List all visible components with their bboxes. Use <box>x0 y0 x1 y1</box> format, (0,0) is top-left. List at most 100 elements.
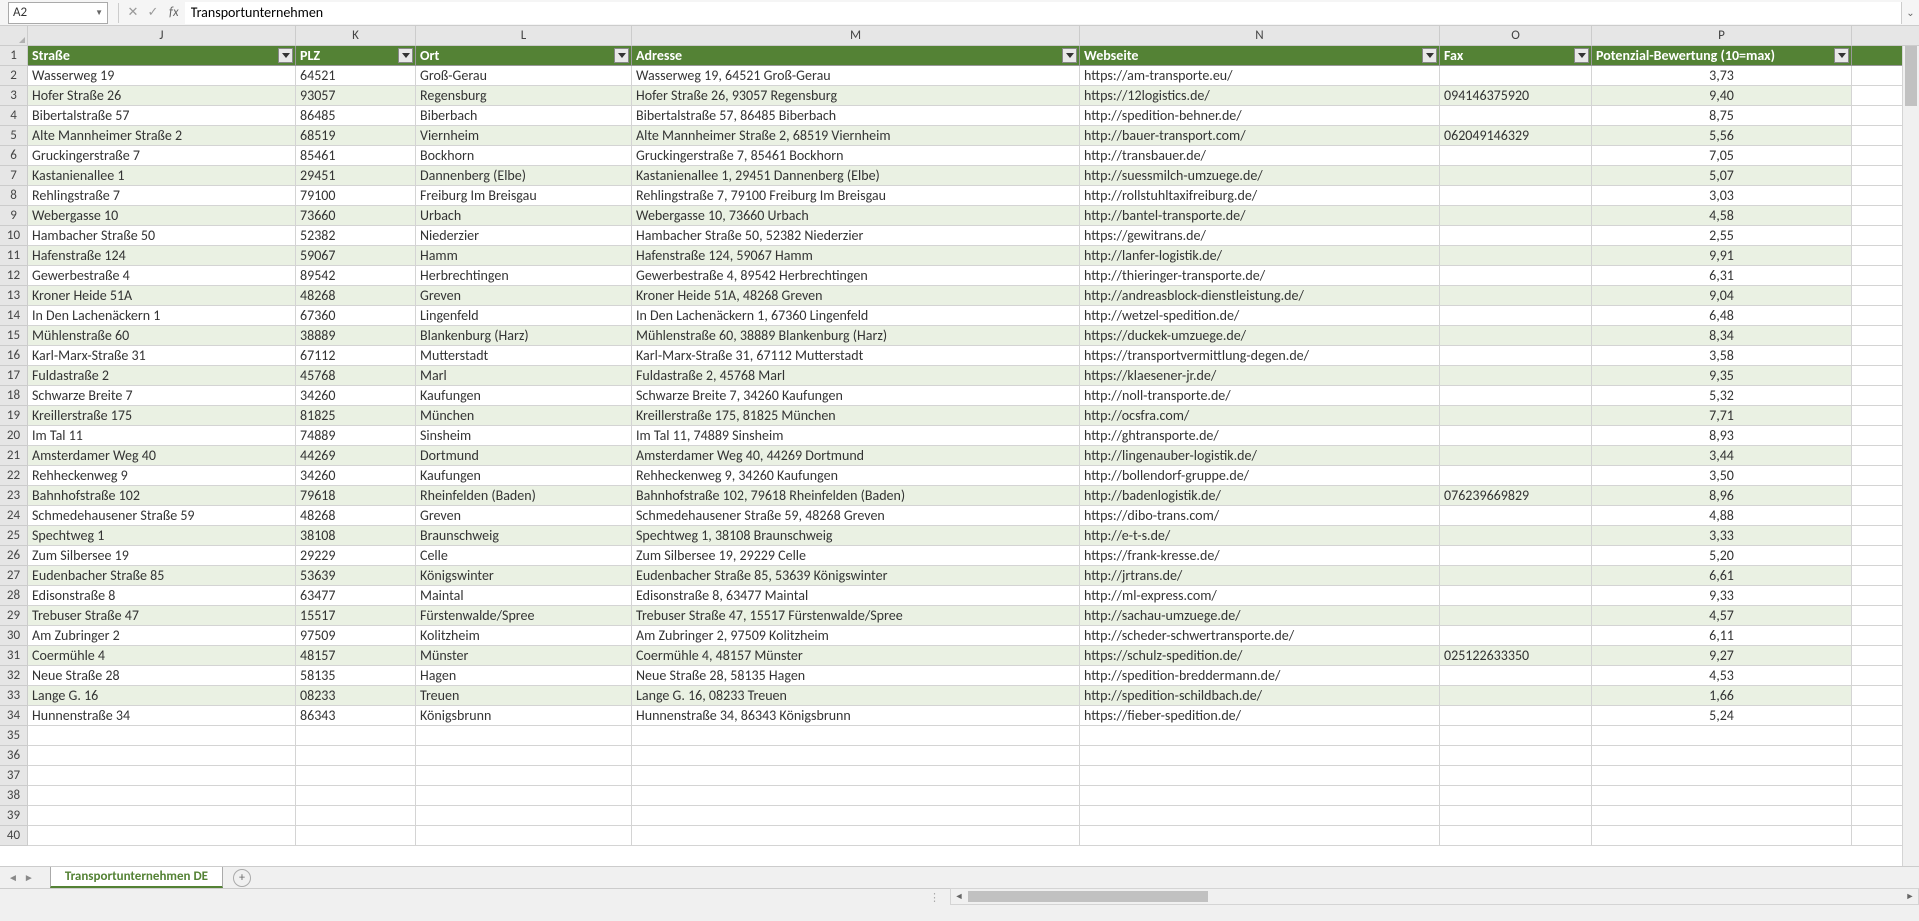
cell[interactable] <box>1440 306 1592 326</box>
cell[interactable] <box>1440 106 1592 126</box>
cell[interactable]: Hofer Straße 26 <box>28 86 296 106</box>
cell[interactable]: 38889 <box>296 326 416 346</box>
cell-empty[interactable] <box>416 726 632 746</box>
cell[interactable]: Hambacher Straße 50 <box>28 226 296 246</box>
cell[interactable]: Kastanienallee 1 <box>28 166 296 186</box>
row-header[interactable]: 9 <box>0 206 27 226</box>
cell[interactable] <box>1440 146 1592 166</box>
cell[interactable]: 3,03 <box>1592 186 1852 206</box>
cell[interactable]: http://spedition-breddermann.de/ <box>1080 666 1440 686</box>
cell[interactable]: Regensburg <box>416 86 632 106</box>
cell[interactable]: Gruckingerstraße 7 <box>28 146 296 166</box>
row-header[interactable]: 30 <box>0 626 27 646</box>
cell-empty[interactable] <box>416 806 632 826</box>
cell[interactable]: 8,96 <box>1592 486 1852 506</box>
cell[interactable]: Kreillerstraße 175 <box>28 406 296 426</box>
cell[interactable]: Greven <box>416 506 632 526</box>
row-header[interactable]: 23 <box>0 486 27 506</box>
cell-empty[interactable] <box>28 826 296 846</box>
cell[interactable]: Neue Straße 28, 58135 Hagen <box>632 666 1080 686</box>
cell-empty[interactable] <box>1592 806 1852 826</box>
cell-empty[interactable] <box>296 766 416 786</box>
row-header[interactable]: 21 <box>0 446 27 466</box>
cell[interactable]: Groß-Gerau <box>416 66 632 86</box>
row-header[interactable]: 12 <box>0 266 27 286</box>
cell[interactable]: Rheinfelden (Baden) <box>416 486 632 506</box>
cell[interactable]: http://jrtrans.de/ <box>1080 566 1440 586</box>
cell[interactable]: Kaufungen <box>416 386 632 406</box>
cell-empty[interactable] <box>296 786 416 806</box>
cell[interactable]: 68519 <box>296 126 416 146</box>
cell[interactable]: Lingenfeld <box>416 306 632 326</box>
cell[interactable]: 5,07 <box>1592 166 1852 186</box>
vertical-scrollbar[interactable] <box>1902 46 1919 866</box>
cell[interactable]: 7,71 <box>1592 406 1852 426</box>
cell[interactable]: http://badenlogistik.de/ <box>1080 486 1440 506</box>
hscroll-thumb[interactable] <box>968 891 1208 902</box>
cell[interactable] <box>1440 526 1592 546</box>
cell[interactable]: Karl-Marx-Straße 31, 67112 Mutterstadt <box>632 346 1080 366</box>
cell[interactable]: Webergasse 10 <box>28 206 296 226</box>
column-header-M[interactable]: M <box>632 26 1080 45</box>
cell[interactable]: Amsterdamer Weg 40, 44269 Dortmund <box>632 446 1080 466</box>
cell[interactable]: 8,93 <box>1592 426 1852 446</box>
cell[interactable]: http://spedition-schildbach.de/ <box>1080 686 1440 706</box>
cell[interactable]: Alte Mannheimer Straße 2, 68519 Viernhei… <box>632 126 1080 146</box>
cell[interactable]: 29451 <box>296 166 416 186</box>
cell-empty[interactable] <box>28 786 296 806</box>
cell[interactable]: Biberbach <box>416 106 632 126</box>
cell[interactable]: 4,53 <box>1592 666 1852 686</box>
cell-empty[interactable] <box>416 746 632 766</box>
cell[interactable]: 9,40 <box>1592 86 1852 106</box>
filter-button[interactable] <box>278 48 293 63</box>
cell[interactable]: 86485 <box>296 106 416 126</box>
name-box[interactable]: A2 ▼ <box>8 2 108 24</box>
cell[interactable]: 86343 <box>296 706 416 726</box>
cell[interactable]: 4,88 <box>1592 506 1852 526</box>
cell[interactable]: http://rollstuhltaxifreiburg.de/ <box>1080 186 1440 206</box>
cell[interactable] <box>1440 426 1592 446</box>
cell-empty[interactable] <box>632 826 1080 846</box>
row-header[interactable]: 13 <box>0 286 27 306</box>
cell[interactable] <box>1440 166 1592 186</box>
cell[interactable]: Neue Straße 28 <box>28 666 296 686</box>
cell[interactable]: Kroner Heide 51A, 48268 Greven <box>632 286 1080 306</box>
filter-button[interactable] <box>1422 48 1437 63</box>
cell[interactable]: 73660 <box>296 206 416 226</box>
cell[interactable]: Marl <box>416 366 632 386</box>
column-header-J[interactable]: J <box>28 26 296 45</box>
cell[interactable]: http://bollendorf-gruppe.de/ <box>1080 466 1440 486</box>
cell[interactable]: 59067 <box>296 246 416 266</box>
cell-empty[interactable] <box>1080 806 1440 826</box>
cell[interactable]: Spechtweg 1, 38108 Braunschweig <box>632 526 1080 546</box>
scrollbar-thumb[interactable] <box>1905 46 1917 106</box>
column-header-Q[interactable] <box>1852 26 1919 45</box>
cell[interactable]: http://noll-transporte.de/ <box>1080 386 1440 406</box>
cell[interactable]: 9,27 <box>1592 646 1852 666</box>
cell[interactable]: Am Zubringer 2, 97509 Kolitzheim <box>632 626 1080 646</box>
scroll-left-icon[interactable]: ◄ <box>951 891 967 902</box>
column-header-O[interactable]: O <box>1440 26 1592 45</box>
cell[interactable]: 094146375920 <box>1440 86 1592 106</box>
cell[interactable]: Hunnenstraße 34 <box>28 706 296 726</box>
table-header-O[interactable]: Fax <box>1440 46 1592 66</box>
cell[interactable]: Gewerbestraße 4, 89542 Herbrechtingen <box>632 266 1080 286</box>
cell[interactable]: Alte Mannheimer Straße 2 <box>28 126 296 146</box>
cell-empty[interactable] <box>632 766 1080 786</box>
cell[interactable]: http://e-t-s.de/ <box>1080 526 1440 546</box>
cell[interactable]: Celle <box>416 546 632 566</box>
cell[interactable]: 34260 <box>296 466 416 486</box>
cell[interactable]: Kaufungen <box>416 466 632 486</box>
filter-button[interactable] <box>1062 48 1077 63</box>
row-header[interactable]: 2 <box>0 66 27 86</box>
row-header[interactable]: 1 <box>0 46 27 66</box>
cell[interactable]: https://dibo-trans.com/ <box>1080 506 1440 526</box>
confirm-icon[interactable]: ✓ <box>143 5 163 20</box>
cell[interactable]: Bockhorn <box>416 146 632 166</box>
cell[interactable]: Edisonstraße 8, 63477 Maintal <box>632 586 1080 606</box>
cell[interactable]: Edisonstraße 8 <box>28 586 296 606</box>
scroll-right-icon[interactable]: ► <box>1902 891 1918 902</box>
cell[interactable] <box>1440 586 1592 606</box>
cell[interactable]: http://scheder-schwertransporte.de/ <box>1080 626 1440 646</box>
cell-empty[interactable] <box>1592 746 1852 766</box>
